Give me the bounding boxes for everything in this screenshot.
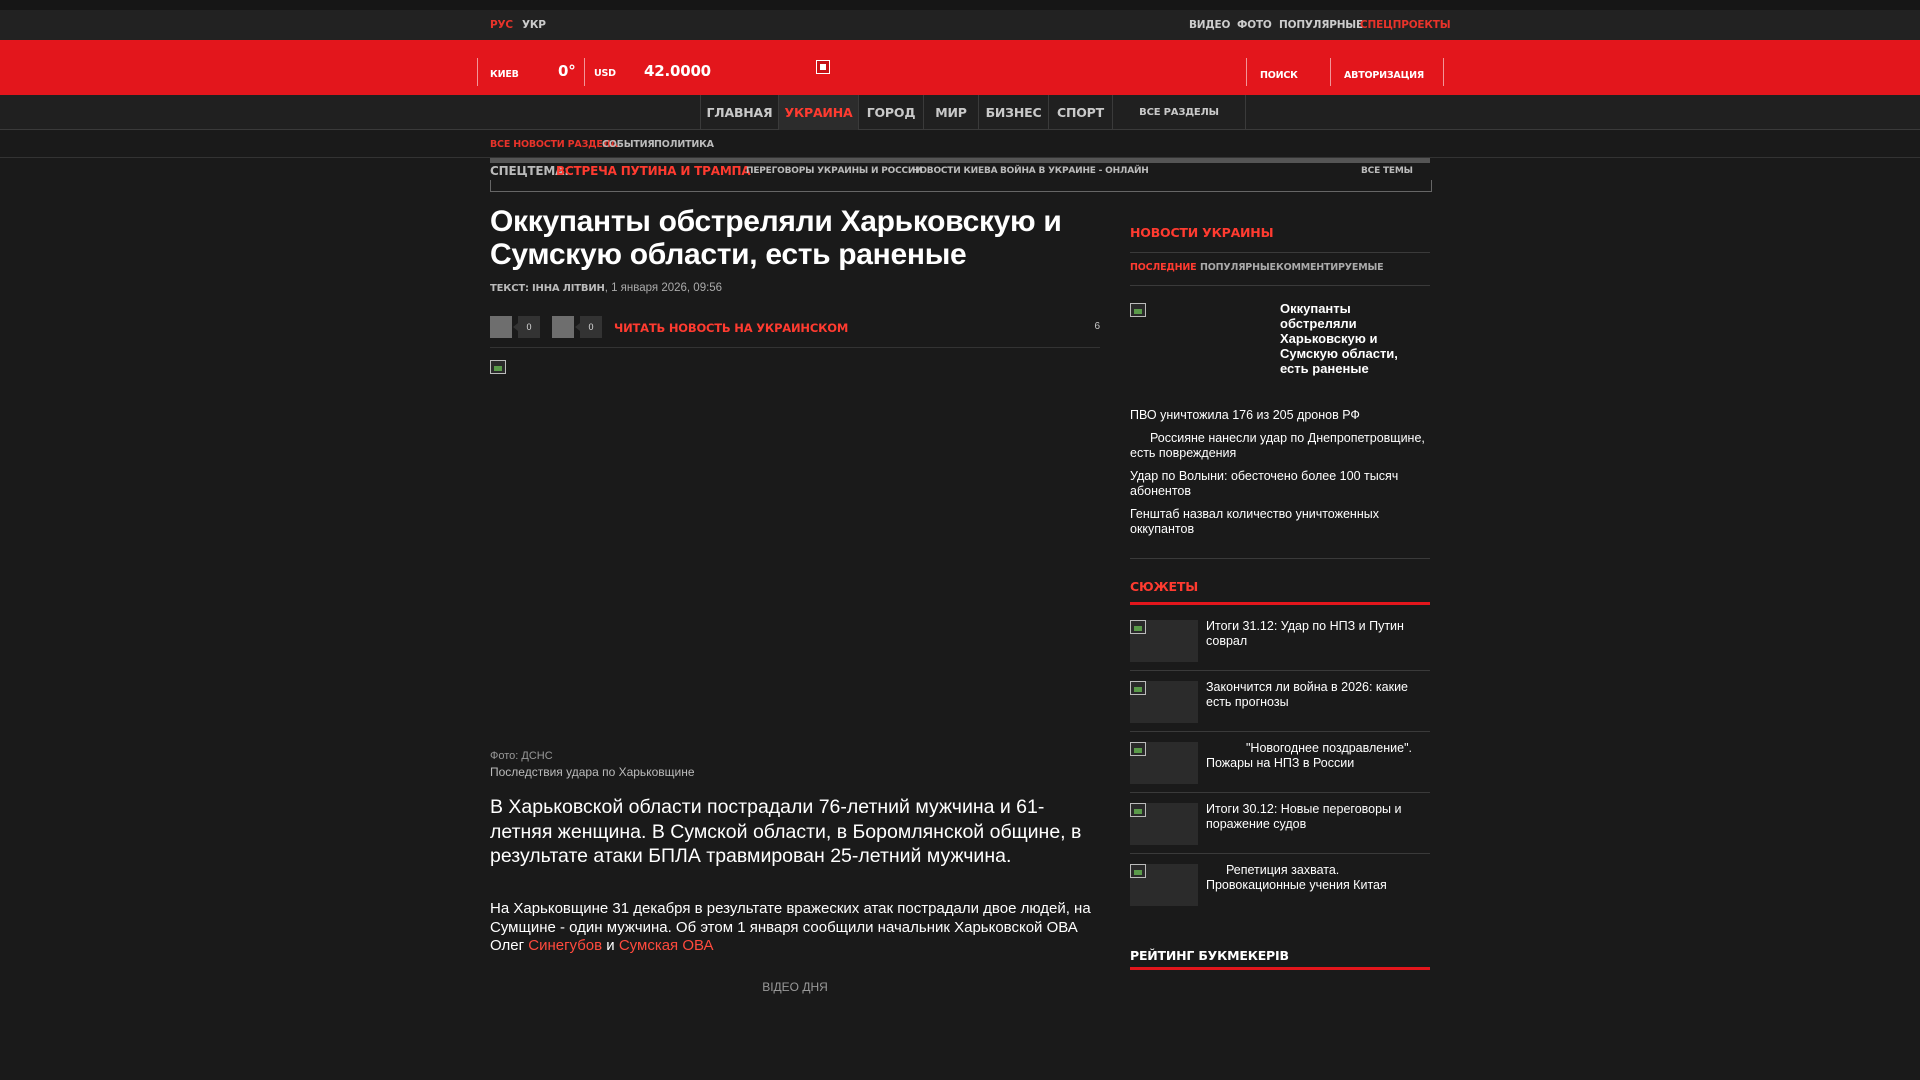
header-divider	[1443, 58, 1444, 86]
share-facebook-button[interactable]	[490, 316, 512, 338]
divider	[1130, 670, 1430, 671]
tab-latest[interactable]: ПОСЛЕДНИЕ	[1130, 262, 1197, 273]
nav-item-sport[interactable]: СПОРТ	[1048, 95, 1112, 130]
sub-nav: ВСЕ НОВОСТИ РАЗДЕЛА СОБЫТИЯ ПОЛИТИКА	[0, 130, 1920, 158]
currency-label[interactable]: USD	[594, 68, 616, 79]
featured-news-link[interactable]: Оккупанты обстреляли Харьковскую и Сумск…	[1280, 301, 1410, 376]
divider	[1130, 252, 1430, 253]
story-link[interactable]: "Новогоднее поздравление". Пожары на НПЗ…	[1206, 741, 1430, 771]
tab-popular[interactable]: ПОПУЛЯРНЫЕ	[1200, 262, 1276, 273]
topic-link-kyiv-news[interactable]: НОВОСТИ КИЕВА	[912, 166, 998, 176]
header-divider	[477, 58, 478, 86]
top-strip	[0, 0, 1920, 10]
video-of-day-label: ВІДЕО ДНЯ	[762, 980, 828, 994]
article-body: На Харьковщине 31 декабря в результате в…	[490, 900, 1100, 956]
divider	[1130, 285, 1430, 286]
header-divider	[1330, 58, 1331, 86]
body-text: и	[602, 937, 619, 954]
story-image-icon	[1130, 742, 1146, 756]
login-button[interactable]: АВТОРИЗАЦИЯ	[1344, 70, 1424, 81]
tab-commented[interactable]: КОММЕНТИРУЕМЫЕ	[1276, 262, 1384, 273]
special-topic-link[interactable]: ВСТРЕЧА ПУТИНА И ТРАМПА	[556, 164, 751, 178]
header-divider	[1246, 58, 1247, 86]
bookmaker-rating-title[interactable]: РЕЙТИНГ БУКМЕКЕРІВ	[1130, 948, 1289, 963]
article-lead: В Харьковской области пострадали 76-летн…	[490, 796, 1082, 867]
search-button[interactable]: ПОИСК	[1260, 70, 1298, 81]
lang-ru-link[interactable]: РУС	[490, 19, 513, 31]
share-count: 0	[575, 316, 602, 338]
news-link[interactable]: ПВО уничтожила 176 из 205 дронов РФ	[1130, 408, 1430, 423]
main-nav: ГЛАВНАЯ УКРАИНА ГОРОД МИР БИЗНЕС СПОРТ В…	[0, 95, 1920, 130]
nav-item-business[interactable]: БИЗНЕС	[978, 95, 1048, 130]
story-link[interactable]: Закончится ли война в 2026: какие есть п…	[1206, 680, 1430, 710]
share-twitter-button[interactable]	[552, 316, 574, 338]
photo-link[interactable]: ФОТО	[1237, 19, 1272, 31]
news-link[interactable]: Россияне нанесли удар по Днепропетровщин…	[1130, 431, 1430, 461]
story-link[interactable]: Репетиция захвата. Провокационные учения…	[1206, 863, 1430, 893]
sub-nav-events[interactable]: СОБЫТИЯ	[602, 139, 655, 150]
divider	[1130, 558, 1430, 559]
nav-item-home[interactable]: ГЛАВНАЯ	[700, 95, 778, 130]
ukraine-news-title[interactable]: НОВОСТИ УКРАИНЫ	[1130, 225, 1274, 240]
share-row: 0 0 ЧИТАТЬ НОВОСТЬ НА УКРАИНСКОМ 6	[490, 310, 1100, 348]
divider	[1130, 731, 1430, 732]
nav-item-ukraine[interactable]: УКРАИНА	[778, 95, 858, 130]
story-link[interactable]: Итоги 31.12: Удар по НПЗ и Путин соврал	[1206, 619, 1430, 649]
sub-nav-all-news[interactable]: ВСЕ НОВОСТИ РАЗДЕЛА	[490, 139, 618, 150]
divider	[1130, 853, 1430, 854]
nav-all-sections[interactable]: ВСЕ РАЗДЕЛЫ	[1112, 95, 1246, 130]
author-label: ТЕКСТ:	[490, 283, 529, 294]
special-topic-bar: СПЕЦТЕМА: ВСТРЕЧА ПУТИНА И ТРАМПА ПЕРЕГО…	[490, 158, 1432, 192]
comment-count[interactable]: 6	[1094, 321, 1100, 332]
news-link[interactable]: Удар по Волыни: обесточено более 100 тыс…	[1130, 469, 1430, 499]
article-headline: Оккупанты обстреляли Харьковскую и Сумск…	[490, 205, 1062, 271]
topic-frame	[490, 180, 1432, 192]
sinegubov-link[interactable]: Синегубов	[528, 937, 602, 954]
news-link[interactable]: Генштаб назвал количество уничтоженных о…	[1130, 507, 1430, 537]
site-logo-icon[interactable]	[816, 60, 830, 74]
all-topics-link[interactable]: ВСЕ ТЕМЫ	[1361, 166, 1413, 176]
nav-item-city[interactable]: ГОРОД	[858, 95, 923, 130]
topic-link-negotiations[interactable]: ПЕРЕГОВОРЫ УКРАИНЫ И РОССИИ	[746, 166, 923, 176]
photo-caption: Последствия удара по Харьковщине	[490, 765, 695, 779]
site-header: КИЕВ 0° USD 42.0000 ПОИСК АВТОРИЗАЦИЯ	[0, 40, 1920, 95]
topic-link-war-online[interactable]: ВОЙНА В УКРАИНЕ - ОНЛАЙН	[1000, 166, 1149, 176]
story-image-icon	[1130, 620, 1146, 634]
topic-divider	[490, 158, 1430, 163]
lang-ua-link[interactable]: УКР	[522, 19, 546, 31]
rating-rule	[1130, 967, 1430, 970]
story-image-icon	[1130, 803, 1146, 817]
read-in-ukrainian-link[interactable]: ЧИТАТЬ НОВОСТЬ НА УКРАИНСКОМ	[614, 321, 848, 335]
article-byline: ТЕКСТ: ІННА ЛІТВИН, 1 января 2026, 09:56	[490, 282, 723, 294]
share-count: 0	[513, 316, 540, 338]
sub-nav-politics[interactable]: ПОЛИТИКА	[654, 139, 714, 150]
video-link[interactable]: ВИДЕО	[1189, 19, 1230, 31]
header-divider	[584, 58, 585, 86]
broken-image-icon	[490, 360, 506, 374]
story-image-icon	[1130, 864, 1146, 878]
divider	[1130, 792, 1430, 793]
author-link[interactable]: ІННА ЛІТВИН	[532, 283, 605, 294]
weather-temperature: 0°	[558, 62, 576, 80]
story-image-icon	[1130, 681, 1146, 695]
photo-credit: Фото: ДСНС	[490, 750, 553, 762]
nav-item-world[interactable]: МИР	[923, 95, 978, 130]
article: Оккупанты обстреляли Харьковскую и Сумск…	[490, 205, 1100, 994]
popular-link[interactable]: ПОПУЛЯРНЫЕ	[1279, 19, 1363, 31]
story-link[interactable]: Итоги 30.12: Новые переговоры и поражени…	[1206, 802, 1430, 832]
top-bar: РУС УКР ВИДЕО ФОТО ПОПУЛЯРНЫЕ СПЕЦПРОЕКТ…	[0, 10, 1920, 40]
currency-rate: 42.0000	[644, 62, 711, 80]
stories-rule	[1130, 602, 1430, 605]
special-projects-link[interactable]: СПЕЦПРОЕКТЫ	[1360, 19, 1451, 31]
sumy-ova-link[interactable]: Сумская ОВА	[619, 937, 714, 954]
stories-title[interactable]: СЮЖЕТЫ	[1130, 579, 1198, 594]
article-date: 1 января 2026, 09:56	[611, 282, 723, 294]
weather-city[interactable]: КИЕВ	[490, 69, 519, 80]
featured-news-image-icon[interactable]	[1130, 303, 1146, 317]
